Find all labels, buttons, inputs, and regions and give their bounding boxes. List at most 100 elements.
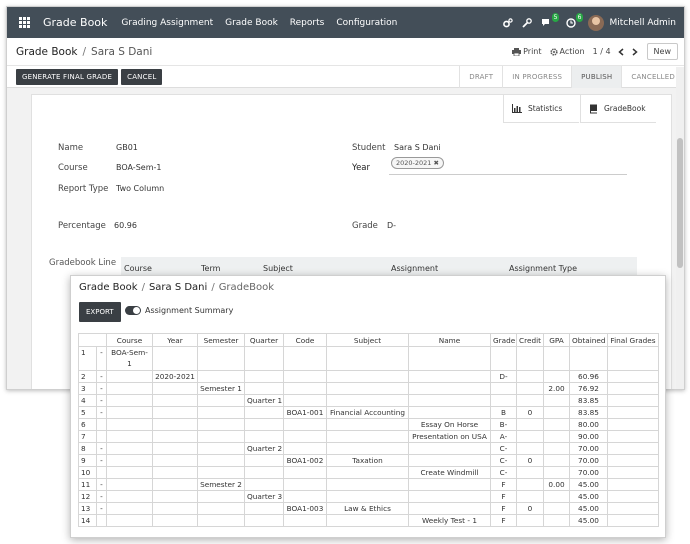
generate-final-grade-button[interactable]: GENERATE FINAL GRADE [16, 68, 119, 85]
col-subject[interactable]: Subject [263, 264, 293, 273]
cell-course [106, 442, 153, 455]
stage-pipeline: DRAFT IN PROGRESS PUBLISH CANCELLED [459, 65, 684, 88]
pager-value[interactable]: 1 / 4 [593, 47, 611, 56]
row-toggle[interactable]: - [96, 370, 107, 383]
export-button[interactable]: EXPORT [79, 302, 121, 322]
scrollbar-thumb[interactable] [677, 138, 683, 268]
cell-credit [516, 514, 544, 527]
stage-cancelled[interactable]: CANCELLED [621, 65, 684, 88]
year-input[interactable] [389, 174, 627, 175]
breadcrumb-current: Sara S Dani [91, 45, 153, 58]
cell-final-grades [607, 346, 659, 371]
cancel-button[interactable]: CANCEL [121, 68, 163, 85]
student-value[interactable]: Sara S Dani [394, 143, 441, 152]
cell-gpa [543, 454, 570, 467]
pager-prev-icon[interactable] [616, 44, 627, 59]
cell-semester [197, 418, 245, 431]
row-toggle[interactable]: - [96, 490, 107, 503]
cell-grade: B [490, 406, 517, 419]
col-code: Code [283, 333, 327, 347]
print-icon [512, 47, 522, 56]
cell-gpa: 2.00 [543, 382, 570, 395]
col-course[interactable]: Course [124, 264, 152, 273]
cell-final-grades [607, 502, 659, 515]
cell-course [106, 370, 153, 383]
cell-code [283, 382, 327, 395]
row-toggle[interactable]: - [96, 454, 107, 467]
stage-in-progress[interactable]: IN PROGRESS [502, 65, 571, 88]
year-tag[interactable]: 2020-2021 ✖ [391, 157, 444, 169]
row-number: 7 [78, 430, 97, 443]
col-obtained: Obtained [569, 333, 608, 347]
cell-year [152, 490, 198, 503]
cell-credit: 0 [516, 502, 544, 515]
control-panel: Grade Book / Sara S Dani Print Action 1 / … [7, 38, 684, 66]
cell-course: BOA-Sem-1 [106, 346, 153, 371]
cell-final-grades [607, 418, 659, 431]
row-toggle[interactable]: - [96, 478, 107, 491]
remove-tag-icon[interactable]: ✖ [434, 159, 439, 167]
scrollbar[interactable] [676, 67, 684, 389]
row-toggle[interactable]: - [96, 346, 107, 371]
table-row: 1- BOA-Sem-1 [78, 346, 659, 371]
menu-reports[interactable]: Reports [290, 18, 325, 28]
activity-clock-icon[interactable]: 6 [566, 12, 584, 28]
cell-obtained: 70.00 [569, 442, 608, 455]
course-value[interactable]: BOA-Sem-1 [116, 163, 161, 172]
cell-code [283, 490, 327, 503]
stage-draft[interactable]: DRAFT [459, 65, 502, 88]
stage-publish[interactable]: PUBLISH [571, 65, 622, 88]
action-button[interactable]: Action [549, 47, 585, 56]
cell-grade: A- [490, 430, 517, 443]
cell-name: Create Windmill [408, 466, 491, 479]
cell-quarter [244, 430, 284, 443]
wrench-icon[interactable] [522, 17, 533, 28]
pager-next-icon[interactable] [630, 44, 641, 59]
cell-gpa [543, 346, 570, 371]
chat-icon[interactable]: 5 [541, 12, 560, 28]
col-assignment[interactable]: Assignment [391, 264, 438, 273]
app-brand[interactable]: Grade Book [43, 16, 107, 29]
cell-grade: F [490, 478, 517, 491]
course-label: Course [58, 163, 88, 173]
assignment-summary-toggle[interactable] [125, 306, 141, 315]
breadcrumb-root[interactable]: Grade Book [16, 46, 77, 58]
cell-gpa [543, 406, 570, 419]
cell-name [408, 502, 491, 515]
report-breadcrumb-student[interactable]: Sara S Dani [149, 282, 207, 293]
col-assignment-type[interactable]: Assignment Type [509, 264, 577, 273]
new-button[interactable]: New [646, 43, 678, 60]
cell-final-grades [607, 442, 659, 455]
cell-subject: Taxation [326, 454, 409, 467]
row-number: 11 [78, 478, 97, 491]
cell-course [106, 406, 153, 419]
row-toggle[interactable]: - [96, 442, 107, 455]
cell-semester [197, 394, 245, 407]
col-term[interactable]: Term [201, 264, 220, 273]
print-button[interactable]: Print [512, 47, 542, 56]
cell-semester [197, 346, 245, 371]
menu-grade-book[interactable]: Grade Book [225, 18, 278, 28]
row-toggle[interactable]: - [96, 406, 107, 419]
row-toggle[interactable]: - [96, 502, 107, 515]
row-toggle [96, 466, 107, 479]
gradebook-button[interactable]: GradeBook [580, 95, 656, 123]
cell-final-grades [607, 454, 659, 467]
cell-credit [516, 478, 544, 491]
cell-semester [197, 466, 245, 479]
row-toggle[interactable]: - [96, 394, 107, 407]
statistics-button[interactable]: Statistics [503, 95, 579, 123]
apps-menu-icon[interactable] [11, 7, 37, 38]
report-breadcrumb-root[interactable]: Grade Book [79, 282, 138, 293]
cell-year [152, 394, 198, 407]
user-name[interactable]: Mitchell Admin [609, 18, 676, 28]
user-avatar[interactable] [588, 14, 605, 31]
cell-final-grades [607, 370, 659, 383]
menu-configuration[interactable]: Configuration [336, 18, 397, 28]
cell-quarter: Quarter 2 [244, 442, 284, 455]
cell-obtained: 45.00 [569, 478, 608, 491]
cell-final-grades [607, 490, 659, 503]
menu-grading-assignment[interactable]: Grading Assignment [121, 18, 213, 28]
row-toggle[interactable]: - [96, 382, 107, 395]
debug-gears-icon[interactable] [503, 17, 514, 28]
